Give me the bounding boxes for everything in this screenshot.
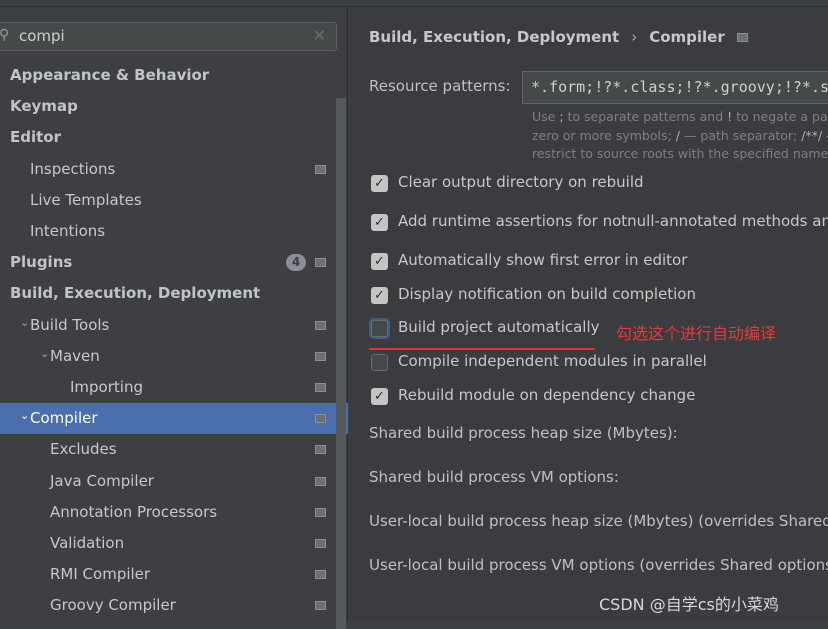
breadcrumb-parent[interactable]: Build, Execution, Deployment <box>369 28 619 46</box>
resource-patterns-hint: Use ; to separate patterns and ! to nega… <box>532 109 828 161</box>
tree-item-build-execution-deployment[interactable]: ⌄Build, Execution, Deployment <box>0 278 348 309</box>
tree-item-label: Excludes <box>50 440 117 459</box>
tree-item-annotation-processors[interactable]: Annotation Processors <box>0 497 348 528</box>
project-settings-icon <box>315 570 326 580</box>
project-settings-icon <box>315 383 326 392</box>
tree-item-label: Annotation Processors <box>50 502 218 521</box>
option-label: Clear output directory on rebuild <box>398 173 644 191</box>
tree-item-build-tools[interactable]: ⌄ Build Tools <box>0 310 348 341</box>
checkbox-checked-icon[interactable]: ✓ <box>371 287 388 304</box>
tree-item-importing[interactable]: Importing <box>0 372 348 403</box>
settings-search-input[interactable]: ⚲ compi ✕ <box>0 22 337 51</box>
tree-item-label: Importing <box>70 378 143 396</box>
tree-item-java-compiler[interactable]: Java Compiler <box>0 466 348 497</box>
project-settings-icon <box>315 258 326 268</box>
tree-item-label: Inspections <box>30 159 116 178</box>
search-value: compi <box>19 27 65 45</box>
checkbox-checked-icon[interactable]: ✓ <box>371 175 388 192</box>
project-settings-icon <box>315 507 326 517</box>
tree-item-label: Compiler <box>30 409 98 428</box>
tree-item-validation[interactable]: Validation <box>0 528 348 559</box>
tree-item-label: Java Compiler <box>50 471 154 490</box>
checkbox-unchecked-icon[interactable] <box>371 354 388 371</box>
compiler-settings-panel: Build, Execution, Deployment › Compiler Re… <box>349 8 828 621</box>
tree-item-label: Maven <box>50 346 100 365</box>
checkbox-checked-icon[interactable]: ✓ <box>371 253 388 270</box>
breadcrumb-current: Compiler <box>649 28 725 46</box>
project-settings-icon <box>315 476 326 486</box>
tree-item-compiler[interactable]: ⌄ Compiler <box>0 400 348 435</box>
tree-item-editor[interactable]: ⌄Editor <box>0 122 348 153</box>
tree-item-plugins[interactable]: Plugins 4 <box>0 247 348 278</box>
project-settings-icon <box>315 351 326 361</box>
tree-item-label: Build Tools <box>30 315 110 334</box>
project-settings-icon <box>315 601 326 611</box>
title-bar <box>0 0 828 7</box>
resource-patterns-label: Resource patterns: <box>369 77 511 95</box>
chevron-down-icon[interactable]: ⌄ <box>40 338 49 369</box>
user-local-vm-options-label: User-local build process VM options (ove… <box>369 556 828 574</box>
settings-sidebar: ⚲ compi ✕ Appearance & BehaviorKeymap⌄Ed… <box>0 8 348 629</box>
project-settings-icon <box>315 320 326 330</box>
option-label: Add runtime assertions for notnull-annot… <box>398 212 828 230</box>
update-count-badge: 4 <box>286 254 306 272</box>
tree-item-label: Keymap <box>10 97 78 116</box>
project-settings-icon <box>736 33 748 42</box>
checkbox-checked-icon[interactable]: ✓ <box>371 388 388 405</box>
tree-item-intentions[interactable]: Intentions <box>0 216 348 247</box>
sidebar-scrollbar[interactable] <box>336 98 346 629</box>
tree-item-label: Editor <box>10 128 61 147</box>
checkbox-unchecked-icon[interactable] <box>371 320 388 337</box>
project-settings-icon <box>315 164 326 174</box>
option-label: Display notification on build completion <box>398 285 696 303</box>
tree-item-live-templates[interactable]: Live Templates <box>0 185 348 216</box>
option-label: Build project automatically <box>398 318 600 336</box>
tree-item-rmi-compiler[interactable]: RMI Compiler <box>0 559 348 590</box>
project-settings-icon <box>315 445 326 455</box>
tree-item-label: RMI Compiler <box>50 565 151 584</box>
tree-item-appearance-behavior[interactable]: Appearance & Behavior <box>0 60 348 91</box>
tree-item-excludes[interactable]: Excludes <box>0 434 348 465</box>
tree-item-groovy-compiler[interactable]: Groovy Compiler <box>0 590 348 621</box>
project-settings-icon <box>315 414 326 424</box>
option-label: Automatically show first error in editor <box>398 251 688 269</box>
annotation-text: 勾选这个进行自动编译 <box>616 324 777 343</box>
tree-item-label: Live Templates <box>30 190 142 209</box>
search-icon: ⚲ <box>0 27 10 43</box>
chevron-down-icon[interactable]: ⌄ <box>20 400 29 431</box>
user-local-heap-size-label: User-local build process heap size (Mbyt… <box>369 512 828 530</box>
option-label: Compile independent modules in parallel <box>398 352 707 370</box>
option-label: Rebuild module on dependency change <box>398 386 696 404</box>
annotation-underline <box>369 348 595 350</box>
tree-item-keymap[interactable]: Keymap <box>0 91 348 122</box>
tree-item-inspections[interactable]: Inspections <box>0 154 348 185</box>
shared-heap-size-label: Shared build process heap size (Mbytes): <box>369 424 678 442</box>
shared-vm-options-label: Shared build process VM options: <box>369 468 619 486</box>
tree-item-label: Plugins <box>10 253 73 272</box>
watermark: CSDN @自学cs的小菜鸡 <box>599 595 779 614</box>
tree-item-label: Groovy Compiler <box>50 596 176 615</box>
tree-item-maven[interactable]: ⌄ Maven <box>0 341 348 372</box>
clear-search-icon[interactable]: ✕ <box>313 26 326 45</box>
tree-item-label: Intentions <box>30 222 106 240</box>
tree-item-label: Build, Execution, Deployment <box>10 284 261 303</box>
breadcrumb: Build, Execution, Deployment › Compiler <box>369 28 748 46</box>
checkbox-checked-icon[interactable]: ✓ <box>371 214 388 231</box>
breadcrumb-separator-icon: › <box>631 28 638 46</box>
project-settings-icon <box>315 539 326 548</box>
chevron-down-icon[interactable]: ⌄ <box>20 307 29 338</box>
tree-item-label: Appearance & Behavior <box>10 66 210 84</box>
tree-item-label: Validation <box>50 534 125 552</box>
resource-patterns-input[interactable]: *.form;!?*.class;!?*.groovy;!?*.scala <box>522 71 828 104</box>
